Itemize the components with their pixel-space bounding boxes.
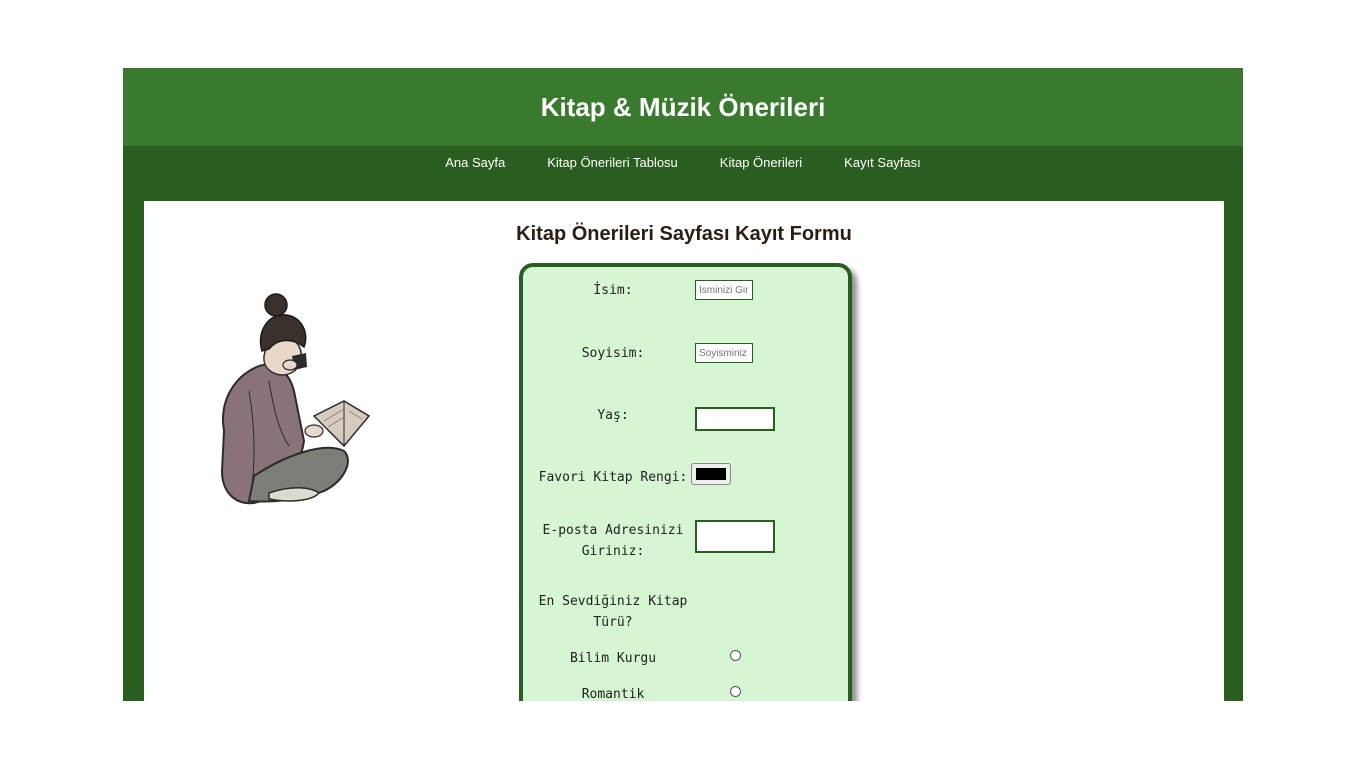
surname-label: Soyisim:: [581, 346, 645, 361]
site-header: Kitap & Müzik Önerileri: [123, 68, 1243, 146]
color-label: Favori Kitap Rengi:: [538, 470, 688, 485]
color-picker[interactable]: [691, 463, 731, 485]
email-label: E-posta Adresinizi Giriniz:: [542, 523, 684, 559]
genre-question-label: En Sevdiğiniz Kitap Türü?: [538, 594, 688, 630]
age-label: Yaş:: [597, 408, 629, 423]
nav-book-table[interactable]: Kitap Önerileri Tablosu: [526, 155, 699, 170]
name-input[interactable]: [695, 280, 753, 300]
reading-woman-illustration: [220, 293, 371, 505]
site-title: Kitap & Müzik Önerileri: [540, 91, 826, 122]
genre-romantic-label: Romantik: [581, 687, 645, 701]
nav-register[interactable]: Kayıt Sayfası: [823, 155, 942, 170]
nav-home[interactable]: Ana Sayfa: [424, 155, 526, 170]
surname-input[interactable]: [695, 343, 753, 363]
genre-scifi-radio[interactable]: [730, 650, 741, 661]
genre-scifi-label: Bilim Kurgu: [569, 651, 657, 666]
main-content: Kitap Önerileri Sayfası Kayıt Formu İsim…: [144, 201, 1224, 701]
registration-form: İsim: Soyisim: Yaş: Favori Kitap Rengi: …: [519, 263, 852, 701]
name-label: İsim:: [593, 283, 633, 298]
color-swatch-fill: [696, 468, 726, 480]
site-container: Kitap & Müzik Önerileri Ana Sayfa Kitap …: [123, 68, 1243, 701]
nav-book-recommendations[interactable]: Kitap Önerileri: [699, 155, 823, 170]
main-nav: Ana Sayfa Kitap Önerileri Tablosu Kitap …: [123, 146, 1243, 179]
email-input[interactable]: [695, 520, 775, 553]
age-input[interactable]: [695, 407, 775, 431]
genre-romantic-radio[interactable]: [730, 686, 741, 697]
form-title: Kitap Önerileri Sayfası Kayıt Formu: [516, 223, 852, 245]
